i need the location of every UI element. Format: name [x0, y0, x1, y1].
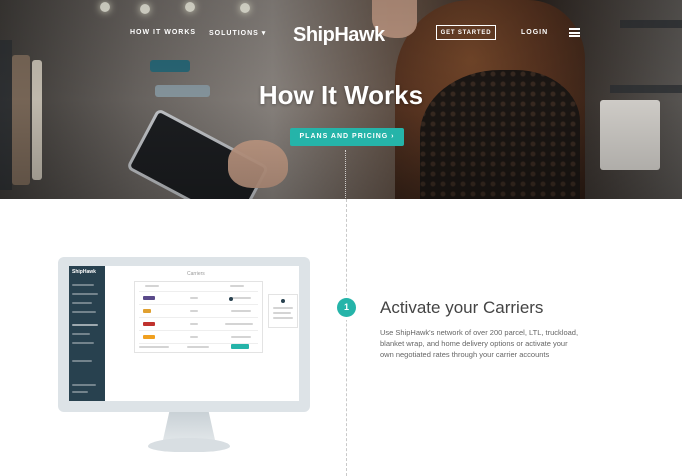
- nav-solutions-label: SOLUTIONS: [209, 30, 259, 37]
- table-divider: [139, 317, 258, 318]
- info-card-text: [273, 312, 291, 314]
- nav-how-it-works[interactable]: HOW IT WORKS: [130, 29, 196, 36]
- app-sidebar-item: [72, 333, 90, 335]
- table-header: [230, 285, 244, 287]
- app-sidebar-item: [72, 342, 94, 344]
- plans-and-pricing-button[interactable]: PLANS AND PRICING ›: [290, 128, 404, 146]
- table-divider: [139, 291, 258, 292]
- app-logo: ShipHawk: [72, 269, 96, 275]
- nav-login[interactable]: LOGIN: [521, 29, 548, 36]
- monitor-screen: ShipHawk Carriers: [69, 266, 299, 401]
- app-sidebar-item: [72, 302, 92, 304]
- monitor-illustration: ShipHawk Carriers: [58, 257, 310, 412]
- table-divider: [139, 304, 258, 305]
- info-icon: [281, 299, 285, 303]
- app-sidebar-item: [72, 384, 96, 386]
- info-card-text: [273, 307, 293, 309]
- monitor-stand: [163, 412, 215, 440]
- nav-solutions[interactable]: SOLUTIONS ▾: [209, 29, 266, 37]
- step-title: Activate your Carriers: [380, 298, 544, 317]
- monitor-base: [148, 438, 230, 452]
- carrier-logo: [143, 296, 155, 300]
- get-started-button[interactable]: GET STARTED: [436, 25, 496, 40]
- table-cell: [231, 310, 251, 312]
- top-nav: HOW IT WORKS SOLUTIONS ▾ ShipHawk GET ST…: [0, 24, 682, 47]
- table-cell: [190, 336, 198, 338]
- page-title: How It Works: [258, 80, 424, 110]
- chevron-down-icon: ▾: [261, 30, 267, 37]
- table-header: [145, 285, 159, 287]
- info-card-text: [273, 317, 293, 319]
- app-sidebar-item: [72, 391, 88, 393]
- add-carrier-icon: [229, 297, 233, 301]
- app-sidebar: ShipHawk: [69, 266, 105, 401]
- table-divider: [139, 330, 258, 331]
- step-description: Use ShipHawk's network of over 200 parce…: [380, 328, 579, 359]
- app-sidebar-item: [72, 324, 98, 326]
- carrier-logo: [143, 322, 155, 326]
- table-cell: [190, 310, 198, 312]
- app-sidebar-item: [72, 284, 94, 286]
- app-save-button: [231, 344, 249, 349]
- app-sidebar-item: [72, 311, 96, 313]
- table-footer-text: [187, 346, 209, 348]
- carriers-table: [134, 281, 263, 353]
- table-cell: [225, 323, 253, 325]
- table-cell: [231, 297, 251, 299]
- table-cell: [190, 323, 198, 325]
- carrier-logo: [143, 309, 151, 313]
- step-number-badge: 1: [337, 298, 356, 317]
- timeline-line: [346, 199, 347, 476]
- app-sidebar-item: [72, 293, 98, 295]
- table-footer-text: [139, 346, 169, 348]
- table-cell: [231, 336, 251, 338]
- table-cell: [190, 297, 198, 299]
- carrier-logo: [143, 335, 155, 339]
- scroll-indicator: [345, 150, 347, 198]
- app-page-title: Carriers: [187, 271, 205, 277]
- app-sidebar-item: [72, 360, 92, 362]
- hamburger-menu-icon[interactable]: [569, 28, 580, 37]
- hero-section: HOW IT WORKS SOLUTIONS ▾ ShipHawk GET ST…: [0, 0, 682, 199]
- logo[interactable]: ShipHawk: [293, 24, 385, 47]
- info-card: [268, 294, 298, 328]
